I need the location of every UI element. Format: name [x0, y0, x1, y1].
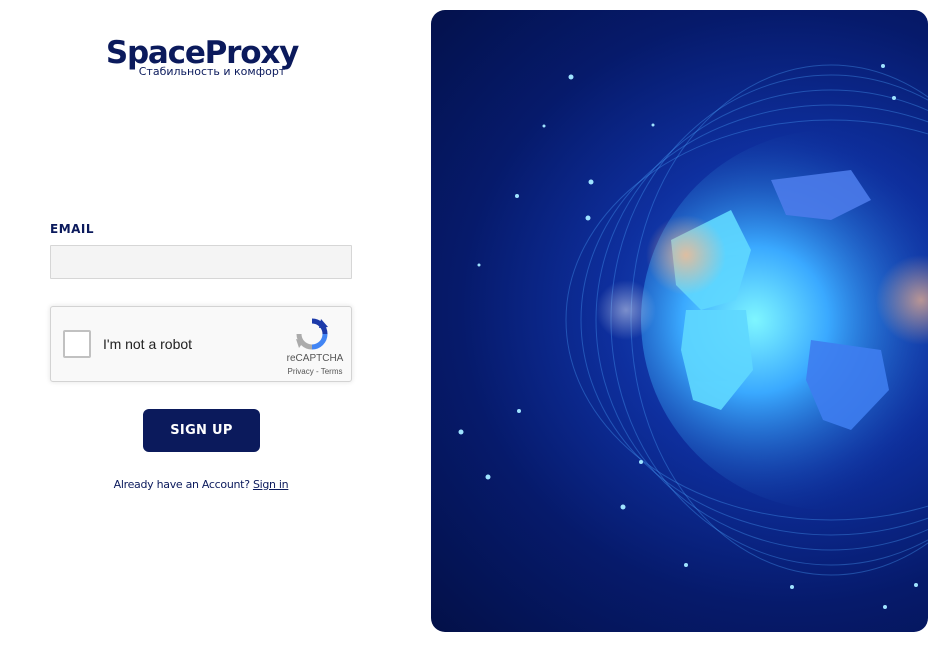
email-label: EMAIL: [50, 222, 95, 236]
recaptcha-link-separator: -: [313, 367, 321, 376]
recaptcha-privacy-link[interactable]: Privacy: [288, 367, 314, 376]
recaptcha-checkbox[interactable]: [63, 330, 91, 358]
recaptcha-terms-link[interactable]: Terms: [321, 367, 343, 376]
signin-prompt-text: Already have an Account?: [113, 478, 253, 491]
brand-logo: SpaceProxy Стабильность и комфорт: [92, 35, 312, 78]
recaptcha-brand: reCAPTCHA: [286, 353, 344, 364]
recaptcha-label: I'm not a robot: [103, 336, 193, 352]
brand-tagline: Стабильность и комфорт: [138, 65, 286, 78]
signin-link[interactable]: Sign in: [253, 478, 289, 491]
globe-illustration: [458, 64, 928, 609]
signin-prompt: Already have an Account? Sign in: [50, 478, 352, 491]
hero-globe-image: [431, 10, 928, 632]
recaptcha-widget: I'm not a robot reCAPTCHA Privacy - Term…: [50, 306, 352, 382]
email-input[interactable]: [50, 245, 352, 279]
signup-button[interactable]: SIGN UP: [143, 409, 260, 452]
recaptcha-links: Privacy - Terms: [275, 367, 355, 376]
recaptcha-logo-icon: [296, 318, 328, 350]
